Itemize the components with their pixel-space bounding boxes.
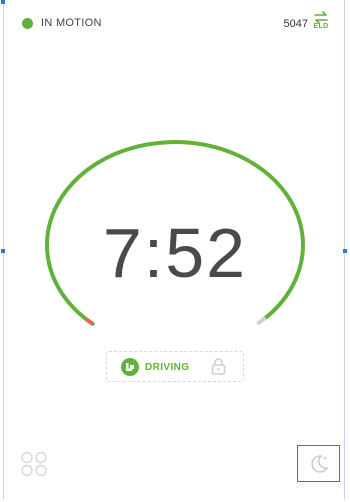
eld-toggle-button[interactable]: ELD <box>310 11 332 35</box>
grid-menu-icon <box>21 451 47 477</box>
driving-status-icon <box>121 358 139 376</box>
duty-status-panel: DRIVING <box>106 351 244 382</box>
lock-button[interactable] <box>211 358 226 380</box>
status-dot <box>22 17 33 29</box>
status-label: IN MOTION <box>41 17 102 29</box>
lock-icon <box>211 358 226 375</box>
gauge-arc-start <box>84 317 94 326</box>
motion-status: IN MOTION <box>22 16 102 30</box>
driving-status-button[interactable]: DRIVING <box>121 358 189 376</box>
eld-label: ELD <box>313 23 329 30</box>
remaining-time: 7:52 <box>102 214 248 292</box>
moon-icon <box>310 454 328 473</box>
duty-status-label: DRIVING <box>145 361 190 373</box>
menu-button[interactable] <box>20 451 48 482</box>
gauge-arc-remaining <box>256 316 267 326</box>
vehicle-number: 5047 <box>283 18 308 30</box>
selection-handle[interactable] <box>1 0 5 4</box>
night-mode-button[interactable] <box>297 445 340 482</box>
